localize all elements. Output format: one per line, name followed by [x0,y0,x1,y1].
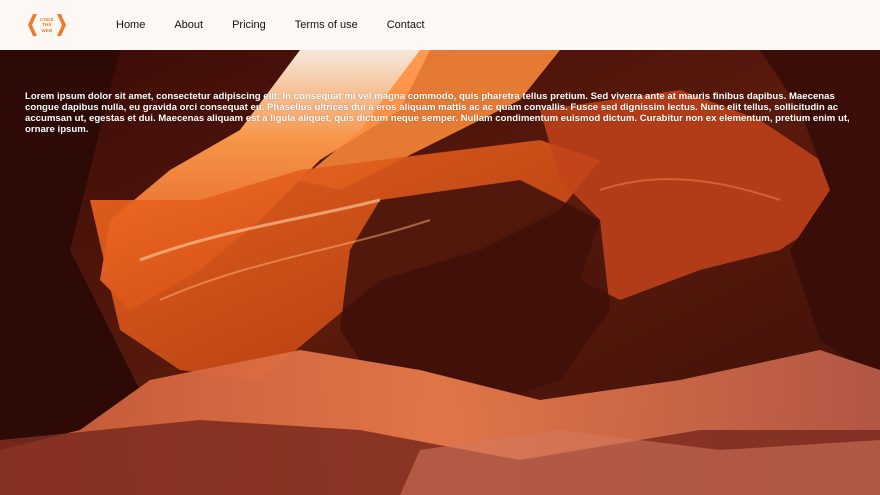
nav-contact-link[interactable]: Contact [387,19,425,31]
nav-about-link[interactable]: About [174,19,203,31]
main-nav: Home About Pricing Terms of use Contact [116,19,454,31]
hero-section: Lorem ipsum dolor sit amet, consectetur … [0,50,880,495]
hero-paragraph: Lorem ipsum dolor sit amet, consectetur … [25,90,850,135]
logo[interactable]: CODE THE WEB [28,13,78,37]
chevron-right-icon [56,14,66,36]
chevron-left-icon [28,14,37,36]
nav-pricing-link[interactable]: Pricing [232,19,266,31]
site-header: CODE THE WEB Home About Pricing Terms of… [0,0,880,50]
nav-terms-link[interactable]: Terms of use [295,19,358,31]
logo-line: WEB [41,27,53,33]
nav-home-link[interactable]: Home [116,19,145,31]
logo-text: CODE THE WEB [40,17,54,34]
